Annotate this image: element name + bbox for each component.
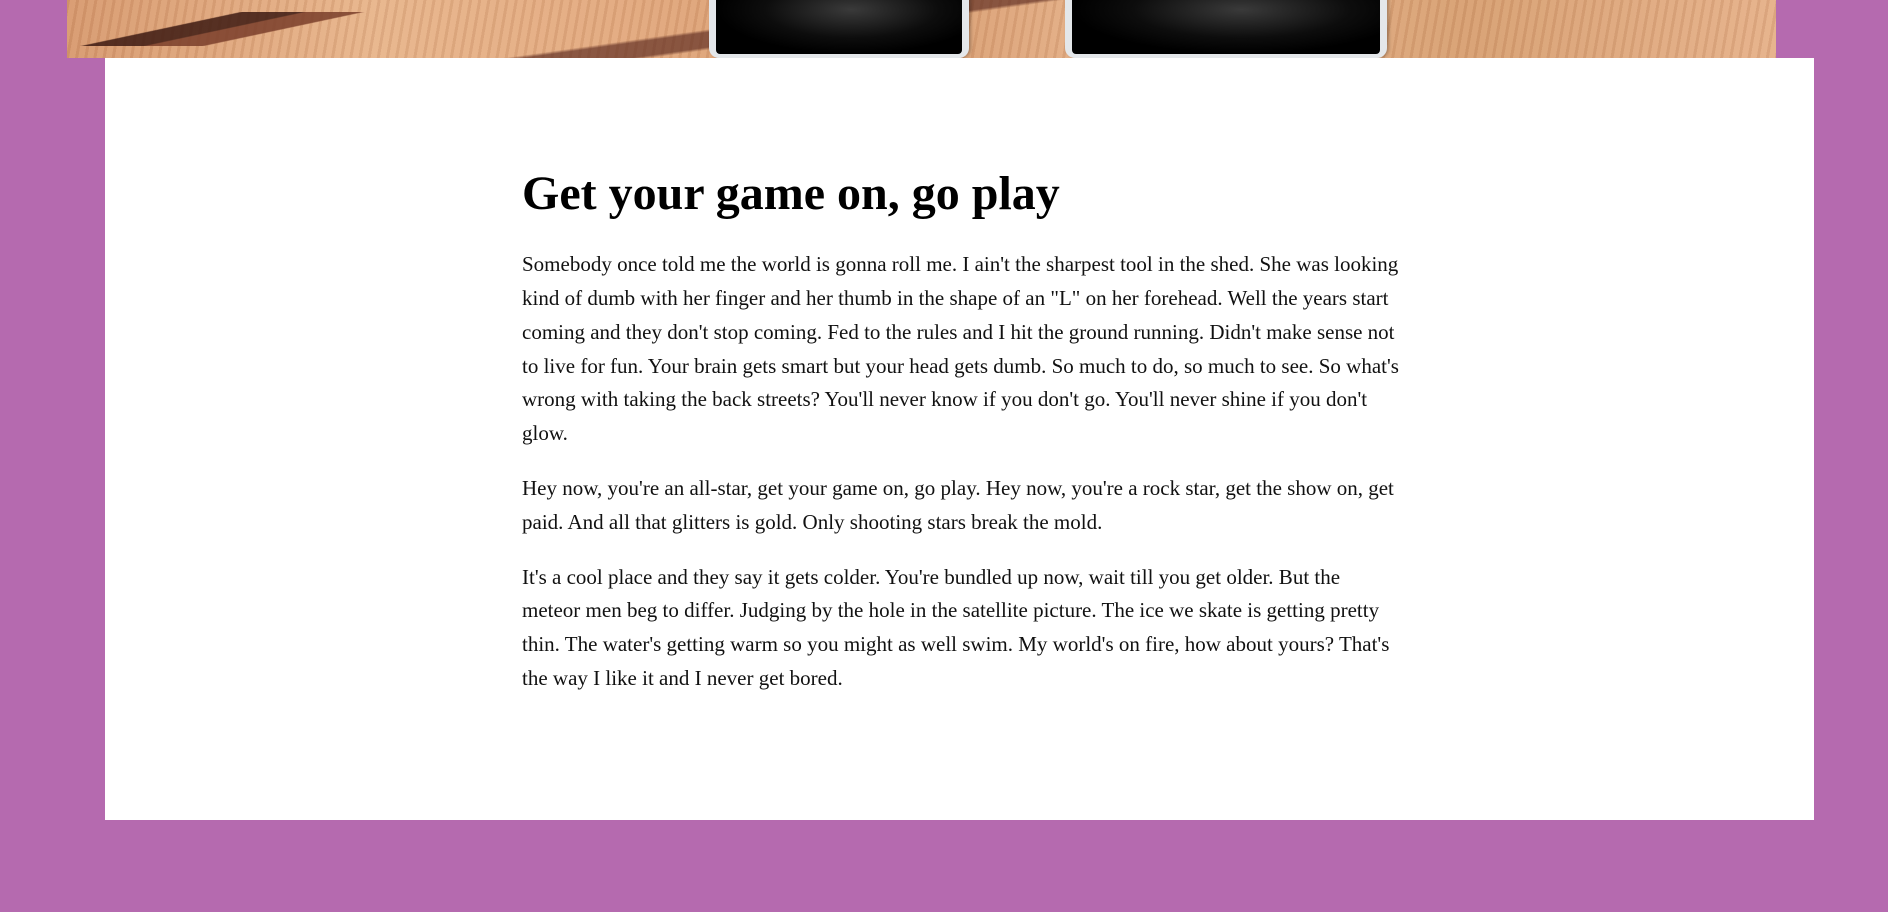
article-paragraph-1: Somebody once told me the world is gonna… <box>522 252 1399 446</box>
phone-right-screen <box>1072 0 1380 54</box>
article-title: Get your game on, go play <box>522 167 1060 220</box>
phone-right-image <box>1065 0 1387 58</box>
article: Get your game on, go play Somebody once … <box>522 166 1402 717</box>
hero-image <box>67 0 1776 58</box>
content-card: Get your game on, go play Somebody once … <box>105 58 1814 820</box>
article-paragraph-2: Hey now, you're an all-star, get your ga… <box>522 475 1394 534</box>
article-paragraph-3: It's a cool place and they say it gets c… <box>522 564 1390 690</box>
wood-crack-detail <box>67 12 397 46</box>
phone-left-image <box>709 0 969 58</box>
phone-left-screen <box>716 0 962 54</box>
